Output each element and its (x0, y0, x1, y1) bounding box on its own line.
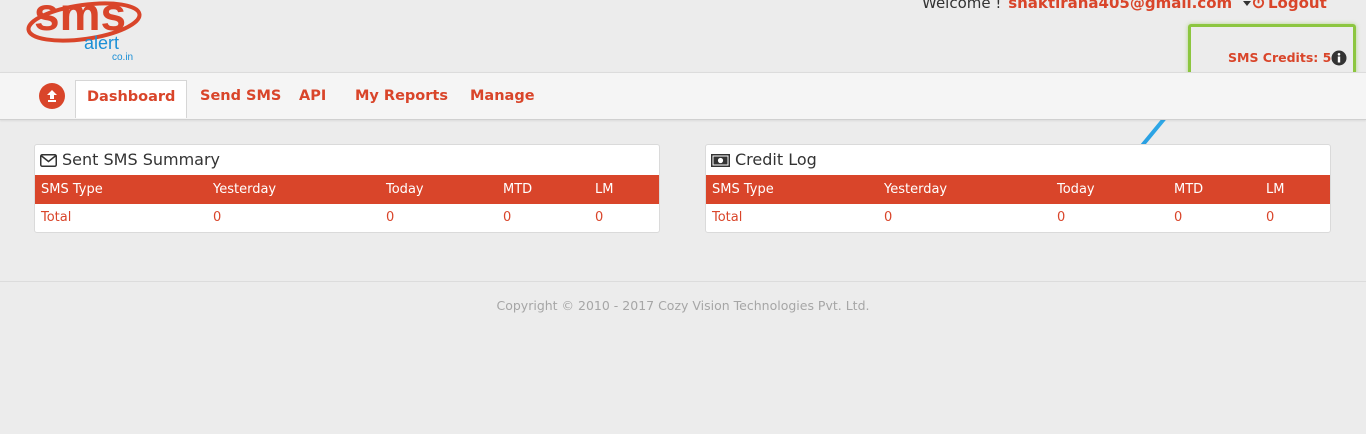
panel-title: Sent SMS Summary (35, 145, 659, 175)
panel-title-text: Credit Log (735, 150, 817, 169)
table-cell: Total (41, 210, 72, 225)
column-header: LM (595, 182, 614, 197)
nav-tab-api[interactable]: API (299, 73, 326, 119)
panel-title-text: Sent SMS Summary (62, 150, 221, 169)
main-nav: Dashboard Send SMS API My Reports Manage (0, 72, 1366, 120)
table-header: SMS Type Yesterday Today MTD LM (706, 175, 1330, 204)
column-header: MTD (1174, 182, 1204, 197)
chevron-down-icon[interactable] (1242, 1, 1251, 6)
nav-tab-dashboard[interactable]: Dashboard (75, 80, 188, 118)
nav-tab-send-sms[interactable]: Send SMS (200, 73, 281, 119)
column-header: LM (1266, 182, 1285, 197)
table-row: Total 0 0 0 0 (35, 204, 659, 232)
footer-copyright: Copyright © 2010 - 2017 Cozy Vision Tech… (496, 298, 870, 313)
upload-icon (47, 90, 57, 102)
nav-tab-manage[interactable]: Manage (470, 73, 535, 119)
welcome-label: Welcome ! (922, 0, 1002, 12)
logout-button[interactable]: Logout (1252, 0, 1327, 12)
column-header: SMS Type (41, 182, 103, 197)
column-header: MTD (503, 182, 533, 197)
footer-divider (0, 281, 1366, 282)
money-icon (711, 154, 730, 167)
table-header: SMS Type Yesterday Today MTD LM (35, 175, 659, 204)
table-cell: 0 (1266, 210, 1275, 225)
nav-tab-my-reports[interactable]: My Reports (355, 73, 448, 119)
table-cell: 0 (503, 210, 512, 225)
logout-label: Logout (1268, 0, 1327, 12)
table-cell: 0 (1057, 210, 1066, 225)
logo-domain-text: co.in (112, 52, 133, 63)
sent-sms-summary-panel: Sent SMS Summary SMS Type Yesterday Toda… (34, 144, 660, 233)
logo-sub-text: alert (84, 33, 119, 53)
table-cell: Total (712, 210, 743, 225)
welcome-menu[interactable]: Welcome ! shaktirana405@gmail.com (922, 0, 1251, 12)
column-header: Yesterday (884, 182, 948, 197)
table-row: Total 0 0 0 0 (706, 204, 1330, 232)
table-cell: 0 (386, 210, 395, 225)
column-header: Today (386, 182, 424, 197)
envelope-icon (40, 154, 57, 167)
column-header: SMS Type (712, 182, 774, 197)
credit-log-panel: Credit Log SMS Type Yesterday Today MTD … (705, 144, 1331, 233)
smsalert-logo[interactable]: sms alert co.in (24, 0, 154, 66)
column-header: Today (1057, 182, 1095, 197)
user-email[interactable]: shaktirana405@gmail.com (1008, 0, 1232, 12)
power-icon (1252, 0, 1265, 9)
table-cell: 0 (1174, 210, 1183, 225)
table-cell: 0 (595, 210, 604, 225)
column-header: Yesterday (213, 182, 277, 197)
table-cell: 0 (213, 210, 222, 225)
table-cell: 0 (884, 210, 893, 225)
panel-title: Credit Log (706, 145, 1330, 175)
home-button[interactable] (39, 83, 65, 109)
